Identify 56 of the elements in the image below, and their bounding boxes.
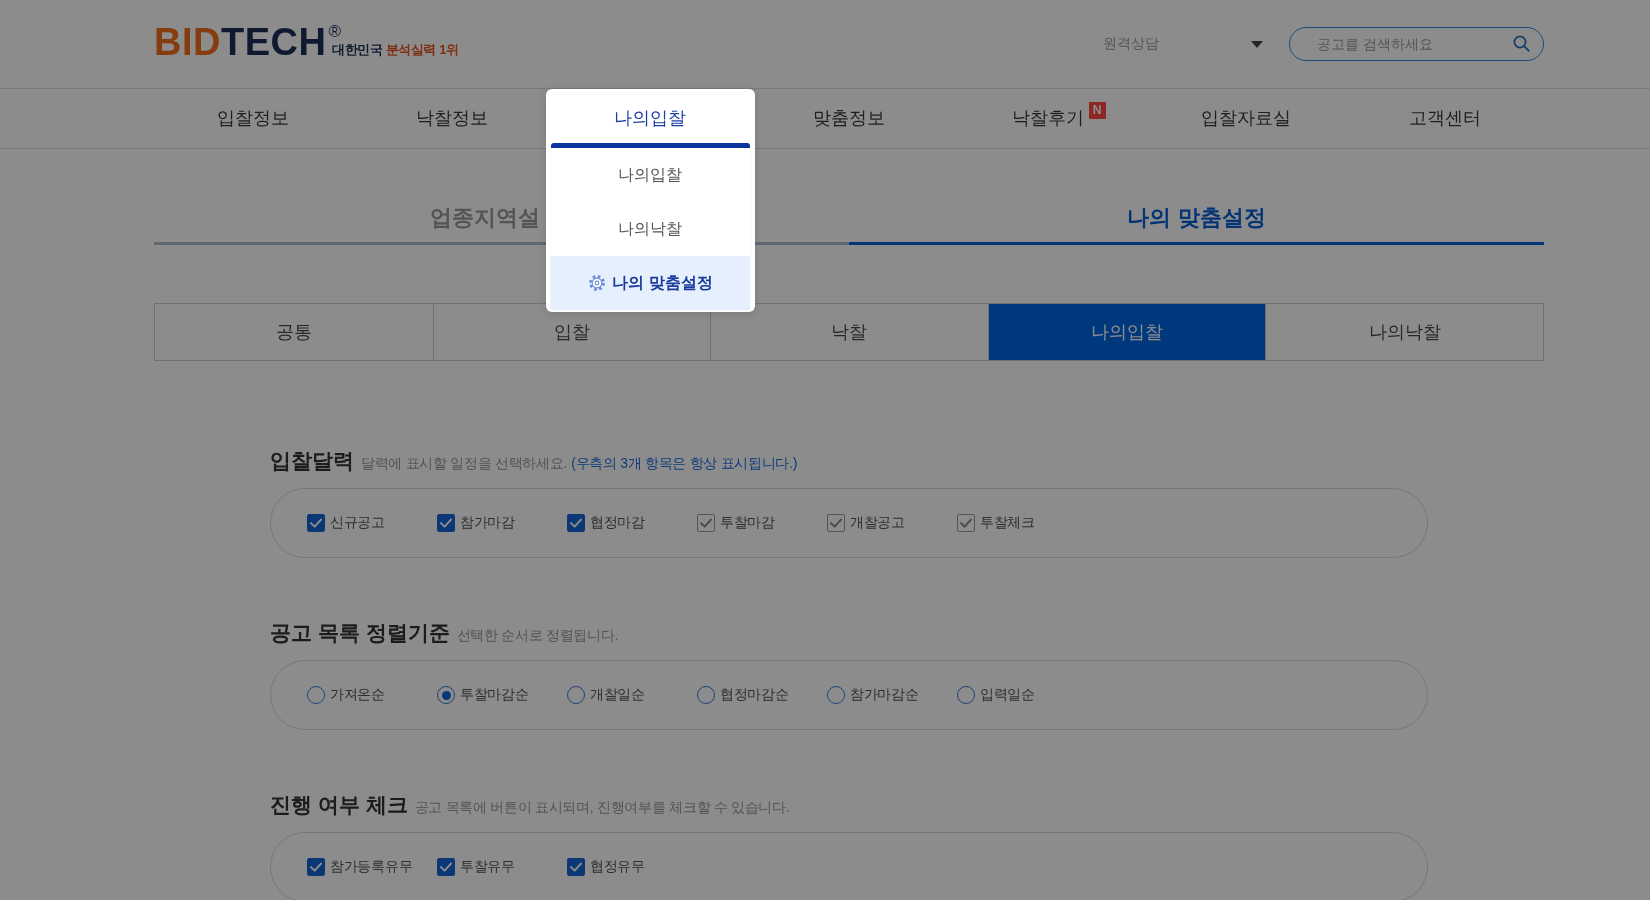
section-title: 입찰달력 bbox=[270, 448, 354, 474]
checkbox-label: 개찰공고 bbox=[850, 514, 905, 532]
checkbox[interactable] bbox=[307, 514, 325, 532]
radio-button[interactable] bbox=[567, 686, 585, 704]
nav-link[interactable]: 입찰정보 bbox=[217, 89, 290, 143]
new-badge: N bbox=[1088, 102, 1106, 119]
section-note: (우측의 3개 항목은 항상 표시됩니다.) bbox=[571, 455, 798, 473]
category-tab[interactable]: 나의낙찰 bbox=[1265, 304, 1543, 360]
nav-link[interactable]: 입찰자료실 bbox=[1201, 89, 1292, 143]
checkbox-label: 협정유무 bbox=[590, 858, 645, 876]
registered-mark: ® bbox=[328, 22, 341, 42]
radio-label: 가져온순 bbox=[330, 686, 385, 704]
category-tab[interactable]: 나의입찰 bbox=[987, 304, 1266, 360]
radio-label: 입력일순 bbox=[980, 686, 1035, 704]
section-title: 공고 목록 정렬기준 bbox=[270, 620, 450, 646]
dropdown-item[interactable]: 나의 맞춤설정 bbox=[551, 256, 750, 310]
category-tab[interactable]: 낙찰 bbox=[710, 304, 988, 360]
radio-button[interactable] bbox=[697, 686, 715, 704]
nav-link[interactable]: 나의입찰 bbox=[614, 89, 687, 143]
dropdown-item[interactable]: 나의낙찰 bbox=[551, 202, 750, 256]
checkbox-label: 협정마감 bbox=[590, 514, 645, 532]
checkbox-label: 투찰체크 bbox=[980, 514, 1035, 532]
nav-link[interactable]: 낙찰정보 bbox=[415, 89, 488, 143]
dropdown-item[interactable]: 나의입찰 bbox=[551, 148, 750, 202]
radio-label: 참가마감순 bbox=[850, 686, 919, 704]
radio-button[interactable] bbox=[957, 686, 975, 704]
tagline-text: 대한민국 분석실력 1위 bbox=[331, 41, 459, 59]
logo-wordmark[interactable]: BIDTECH bbox=[154, 20, 327, 64]
checkbox-label: 참가등록유무 bbox=[330, 858, 413, 876]
nav-link[interactable]: 고객센터 bbox=[1408, 89, 1481, 143]
checkbox[interactable] bbox=[307, 858, 325, 876]
section-title: 진행 여부 체크 bbox=[270, 792, 408, 818]
radio-button[interactable] bbox=[307, 686, 325, 704]
search-icon[interactable] bbox=[1513, 35, 1530, 52]
section-tab[interactable]: 나의 맞춤설정 bbox=[1127, 195, 1266, 242]
settings-icon bbox=[588, 274, 607, 292]
nav-link[interactable]: 맞춤정보 bbox=[813, 89, 885, 143]
checkbox-label: 투찰유무 bbox=[460, 858, 515, 876]
nav-link[interactable]: 낙찰후기 bbox=[1011, 89, 1084, 143]
radio-label: 개찰일순 bbox=[590, 686, 645, 704]
radio-label: 투찰마감순 bbox=[460, 686, 529, 704]
checkbox[interactable] bbox=[437, 514, 455, 532]
checkbox[interactable] bbox=[567, 858, 585, 876]
checkbox[interactable] bbox=[437, 858, 455, 876]
caret-icon bbox=[1251, 40, 1263, 48]
checkbox-label: 신규공고 bbox=[330, 514, 385, 532]
section-description: 선택한 순서로 정렬됩니다. bbox=[456, 627, 619, 645]
checkbox-label: 참가마감 bbox=[460, 514, 515, 532]
checkbox[interactable] bbox=[567, 514, 585, 532]
checkbox-label: 투찰마감 bbox=[720, 514, 775, 532]
radio-button[interactable] bbox=[827, 686, 845, 704]
radio-label: 협정마감순 bbox=[720, 686, 789, 704]
radio-button[interactable] bbox=[437, 686, 455, 704]
search-field[interactable]: 공고를 검색하세요 bbox=[1289, 27, 1544, 61]
category-tab[interactable]: 공통 bbox=[155, 304, 433, 360]
category-tab[interactable]: 입찰 bbox=[432, 304, 711, 360]
